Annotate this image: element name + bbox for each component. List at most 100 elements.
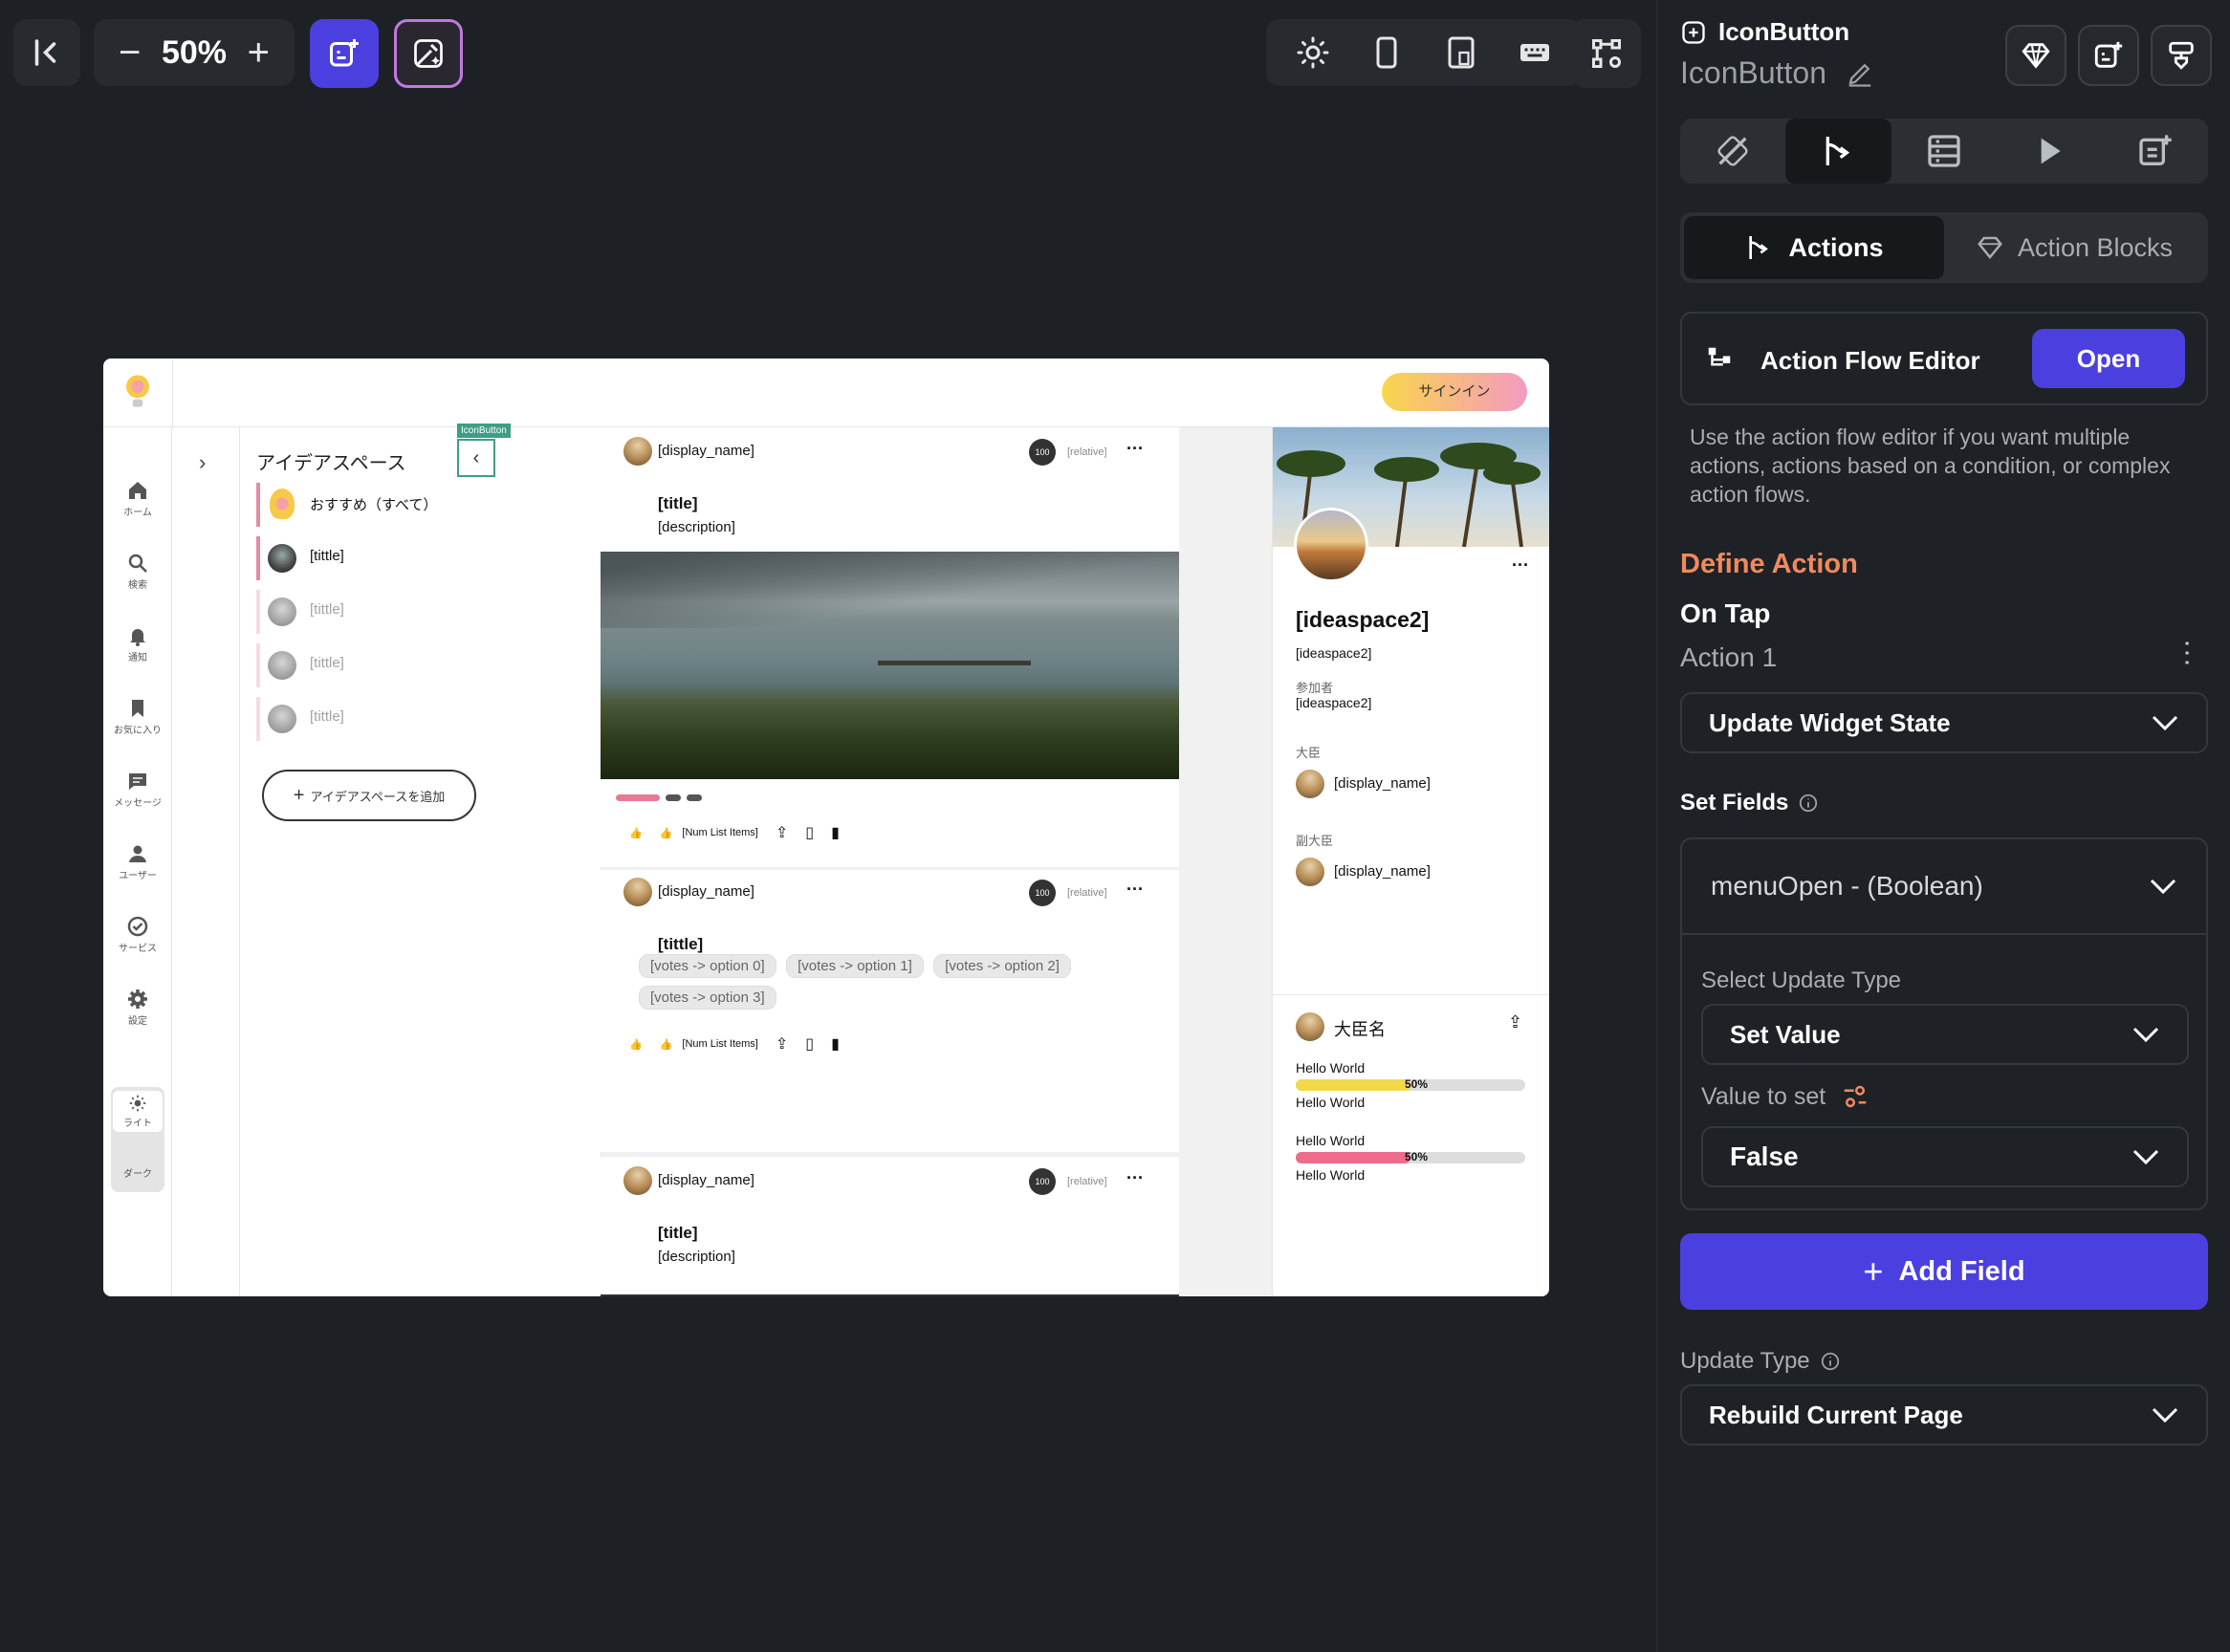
- space-item[interactable]: [tittle]: [256, 697, 486, 741]
- post-time: [relative]: [1067, 1176, 1107, 1187]
- tab-properties[interactable]: [1680, 119, 1785, 184]
- carousel-indicator: [616, 794, 702, 801]
- theme-dark-button[interactable]: ダーク: [103, 1144, 172, 1180]
- flow-editor-help: Use the action flow editor if you want m…: [1690, 424, 2171, 507]
- space-item[interactable]: [tittle]: [256, 643, 486, 687]
- zoom-in-button[interactable]: +: [248, 32, 270, 75]
- pencil-icon[interactable]: [1846, 59, 1874, 88]
- thumbs-up-filled-icon[interactable]: 👍: [660, 1038, 673, 1051]
- expand-chevron-icon[interactable]: ›: [199, 450, 206, 475]
- tab-actions[interactable]: [1785, 119, 1891, 184]
- bookmark-outline-icon[interactable]: ▯: [805, 823, 814, 842]
- add-widget-icon: [330, 39, 359, 67]
- tab-generate[interactable]: [2103, 119, 2208, 184]
- add-field-button[interactable]: + Add Field: [1680, 1233, 2208, 1310]
- field-selector[interactable]: menuOpen - (Boolean): [1682, 839, 2206, 935]
- theme-dark-label: ダーク: [123, 1169, 152, 1180]
- nav-item-favorites[interactable]: お気に入り: [103, 697, 172, 736]
- home-icon: [129, 482, 146, 499]
- vote-option[interactable]: [votes -> option 1]: [786, 954, 924, 978]
- variable-icon[interactable]: [1841, 1082, 1869, 1111]
- avatar: [623, 1166, 652, 1195]
- space-item[interactable]: [tittle]: [256, 536, 486, 580]
- more-icon[interactable]: ···: [1512, 555, 1529, 576]
- nav-item-services[interactable]: サービス: [103, 915, 172, 954]
- info-icon[interactable]: [1820, 1351, 1841, 1372]
- post-image: [601, 552, 1179, 779]
- widget-tree-button[interactable]: [1572, 19, 1641, 88]
- bookmark-outline-icon[interactable]: ▯: [805, 1034, 814, 1054]
- progress-label: Hello World: [1296, 1060, 1366, 1076]
- zoom-out-button[interactable]: −: [119, 32, 141, 75]
- nav-label: メッセージ: [114, 798, 162, 809]
- thumbs-up-icon[interactable]: 👍: [629, 827, 643, 839]
- post-card: [display_name] 100 [relative] ··· [title…: [601, 427, 1179, 867]
- nav-item-messages[interactable]: メッセージ: [103, 770, 172, 809]
- segment-actions[interactable]: Actions: [1684, 216, 1944, 279]
- nav-item-search[interactable]: 検索: [103, 552, 172, 591]
- ai-generate-button[interactable]: [394, 19, 463, 88]
- theme-light-button[interactable]: ライト: [113, 1091, 163, 1132]
- widget-add-icon: [1682, 20, 1705, 44]
- share-icon[interactable]: ⇪: [776, 823, 788, 842]
- tab-animations[interactable]: [1997, 119, 2102, 184]
- phone-icon[interactable]: [1369, 35, 1404, 70]
- value-to-set-label: Value to set: [1701, 1082, 1826, 1110]
- action-type-dropdown[interactable]: Update Widget State: [1680, 692, 2208, 753]
- style-button[interactable]: [2151, 25, 2212, 86]
- diamond-button[interactable]: [2005, 25, 2066, 86]
- post-description: [description]: [658, 1249, 735, 1265]
- share-icon[interactable]: ⇪: [1508, 1012, 1522, 1032]
- nav-item-settings[interactable]: 設定: [103, 988, 172, 1027]
- segment-action-blocks[interactable]: Action Blocks: [1944, 216, 2204, 279]
- open-flow-editor-button[interactable]: Open: [2032, 329, 2185, 388]
- nav-label: ユーザー: [119, 871, 157, 881]
- app-preview-canvas: サインイン ホーム 検索 通知 お気に入り メッセージ ユーザー サービス 設定…: [103, 359, 1549, 1296]
- collapse-sidebar-button[interactable]: [13, 19, 80, 86]
- add-widget-button[interactable]: [310, 19, 379, 88]
- nav-item-notifications[interactable]: 通知: [103, 624, 172, 663]
- light-mode-icon[interactable]: [1296, 35, 1330, 70]
- add-space-button[interactable]: + アイデアスペースを追加: [262, 770, 476, 821]
- chevron-down-icon: [2150, 879, 2176, 895]
- info-icon[interactable]: [1798, 793, 1819, 814]
- thumbs-up-filled-icon[interactable]: 👍: [660, 827, 673, 839]
- rebuild-value: Rebuild Current Page: [1709, 1400, 1963, 1429]
- members-value: [ideaspace2]: [1296, 695, 1372, 710]
- vote-option[interactable]: [votes -> option 2]: [933, 954, 1071, 978]
- bookmark-icon[interactable]: ▮: [831, 823, 840, 842]
- tab-backend-query[interactable]: [1891, 119, 1997, 184]
- more-icon[interactable]: ···: [1126, 1168, 1144, 1188]
- space-item[interactable]: [tittle]: [256, 590, 486, 634]
- vote-option[interactable]: [votes -> option 3]: [639, 986, 776, 1010]
- rebuild-dropdown[interactable]: Rebuild Current Page: [1680, 1384, 2208, 1446]
- tablet-icon[interactable]: [1444, 35, 1478, 70]
- signin-button[interactable]: サインイン: [1382, 373, 1527, 411]
- share-icon[interactable]: ⇪: [776, 1034, 788, 1054]
- set-fields-label: Set Fields: [1680, 790, 1789, 815]
- add-component-button[interactable]: [2078, 25, 2139, 86]
- action-menu-icon[interactable]: ···: [2173, 639, 2204, 667]
- progress-sublabel: Hello World: [1296, 1167, 1366, 1183]
- menu-close-icon-button[interactable]: ‹: [457, 439, 495, 477]
- value-dropdown[interactable]: False: [1701, 1126, 2189, 1187]
- bell-icon: [130, 629, 145, 646]
- nav-item-users[interactable]: ユーザー: [103, 842, 172, 881]
- nav-item-home[interactable]: ホーム: [103, 479, 172, 518]
- keyboard-icon[interactable]: [1518, 35, 1552, 70]
- add-space-label: アイデアスペースを追加: [310, 790, 446, 804]
- more-icon[interactable]: ···: [1126, 439, 1144, 459]
- card-title: 大臣名: [1334, 1020, 1386, 1039]
- post-card: [display_name] 100 [relative] ··· [title…: [601, 1157, 1179, 1296]
- update-type-dropdown[interactable]: Set Value: [1701, 1004, 2189, 1065]
- more-icon[interactable]: ···: [1126, 880, 1144, 900]
- thumbs-up-icon[interactable]: 👍: [629, 1038, 643, 1051]
- vote-option[interactable]: [votes -> option 0]: [639, 954, 776, 978]
- vice-avatar: [1296, 858, 1324, 886]
- nav-label: 検索: [128, 580, 147, 591]
- action-label: Action 1: [1680, 642, 1778, 672]
- space-item-recommended[interactable]: おすすめ（すべて）: [256, 483, 486, 527]
- update-type-selected: Set Value: [1730, 1019, 1841, 1049]
- space-item-label: おすすめ（すべて）: [310, 497, 438, 513]
- bookmark-icon[interactable]: ▮: [831, 1034, 840, 1054]
